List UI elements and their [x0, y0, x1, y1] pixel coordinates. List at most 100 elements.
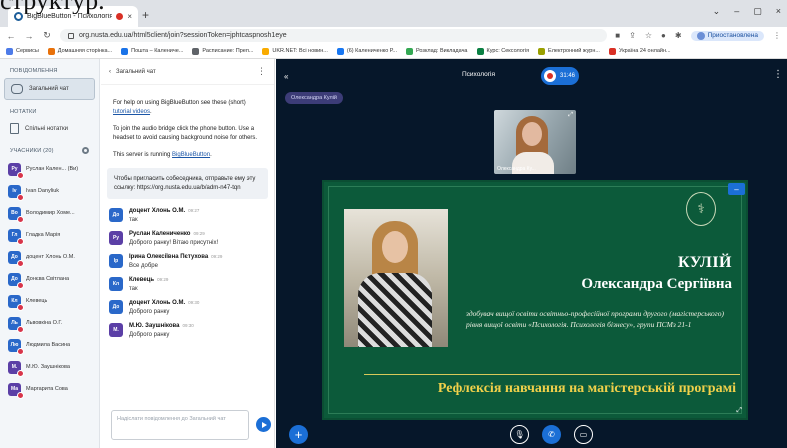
message-time: 09:29: [157, 277, 169, 282]
maximize-window-button[interactable]: ▢: [753, 6, 762, 17]
user-list-item[interactable]: Ру Руслан Кален... (Ви): [0, 158, 99, 180]
profile-label: Приостановлена: [707, 32, 758, 39]
extension-icon[interactable]: ●: [661, 31, 666, 40]
user-list-item[interactable]: До доцент Хлонь О.М.: [0, 246, 99, 268]
user-list-item[interactable]: Гл Гладка Марія: [0, 224, 99, 246]
bookmark-item[interactable]: Курс: Сексологія: [476, 47, 529, 55]
chat-message-input[interactable]: Надіслати повідомлення до Загальний чат: [111, 410, 249, 440]
reload-icon[interactable]: ↻: [42, 30, 52, 41]
profile-button[interactable]: Приостановлена: [690, 30, 764, 41]
bookmark-icon: [336, 47, 344, 55]
tab-title: BigBlueButton - Психологія: [27, 13, 113, 20]
muted-mic-icon: [17, 391, 24, 399]
record-icon: [544, 70, 556, 82]
user-list-item[interactable]: М. М.Ю. Заушнікова: [0, 356, 99, 378]
chat-message: Ір Ірина Олексіївна Пєтухова 09:29 Все добр…: [109, 253, 266, 270]
bookmark-item[interactable]: Домашняя сторінка...: [47, 47, 112, 55]
welcome-message: For help on using BigBlueButton see thes…: [113, 100, 258, 158]
message-time: 09:30: [182, 323, 194, 328]
user-list-item[interactable]: Во Володимир Хоме...: [0, 202, 99, 224]
url-field[interactable]: org.nusta.edu.ua/html5client/join?sessio…: [60, 29, 608, 42]
toggle-userlist-icon[interactable]: «: [284, 72, 288, 81]
talking-indicator[interactable]: Олександра Кулій: [285, 92, 343, 104]
minimize-window-button[interactable]: –: [734, 6, 739, 17]
user-name: Клевець: [26, 298, 48, 304]
message-text: так: [129, 285, 138, 292]
user-list-item[interactable]: Кл Клевець: [0, 290, 99, 312]
muted-mic-icon: [17, 369, 24, 377]
message-avatar: Кл: [109, 277, 123, 291]
user-list-item[interactable]: Iv Ivan Danyliuk: [0, 180, 99, 202]
bigbluebutton-link[interactable]: BigBlueButton: [172, 152, 210, 158]
user-name: доцент Хлонь О.М.: [26, 254, 75, 260]
url-text: org.nusta.edu.ua/html5client/join?sessio…: [79, 32, 287, 39]
forward-arrow-icon[interactable]: →: [24, 31, 34, 41]
muted-mic-icon: [17, 237, 24, 245]
bookmark-item[interactable]: Розклад: Викладача: [406, 47, 468, 55]
minimize-presentation-button[interactable]: –: [728, 183, 745, 195]
chat-options-icon[interactable]: ⋮: [257, 66, 266, 77]
message-time: 09:29: [211, 254, 223, 259]
user-avatar: Кл: [8, 294, 24, 311]
tab-search-icon[interactable]: ⌄: [713, 6, 721, 17]
public-chat-entry[interactable]: Загальний чат: [4, 78, 95, 100]
user-name: Донєва Світлана: [26, 276, 70, 282]
actions-plus-button[interactable]: +: [289, 425, 308, 444]
bookmark-item[interactable]: Сервисы: [6, 47, 39, 55]
recording-button[interactable]: 31:46: [541, 67, 579, 85]
bookmark-icon: [476, 47, 484, 55]
user-list-item[interactable]: Ль Львовкіна О.Г.: [0, 312, 99, 334]
browser-menu-icon[interactable]: ⋮: [773, 31, 781, 40]
message-avatar: Ір: [109, 254, 123, 268]
share-webcam-button[interactable]: ▭: [574, 425, 593, 444]
share-icon[interactable]: ⇪: [629, 31, 636, 40]
notes-document-icon: [10, 123, 19, 134]
close-window-button[interactable]: ×: [776, 6, 781, 17]
presentation-fullscreen-icon[interactable]: ⤢: [736, 407, 742, 415]
user-settings-gear-icon[interactable]: [82, 147, 89, 154]
address-bar-row: ← → ↻ org.nusta.edu.ua/html5client/join?…: [0, 27, 787, 44]
message-author: доцент Хлонь О.М.: [129, 300, 186, 306]
bookmark-item[interactable]: Расписание: Преп...: [192, 47, 253, 55]
send-message-button[interactable]: [256, 417, 271, 432]
camera-icon: ▭: [579, 430, 588, 439]
muted-mic-icon: [17, 281, 24, 289]
tutorial-videos-link[interactable]: tutorial videos: [113, 109, 150, 115]
camera-permission-icon[interactable]: ■: [615, 31, 620, 40]
user-list-item[interactable]: Лю Людмила Васина: [0, 334, 99, 356]
user-name: Руслан Кален... (Ви): [26, 166, 79, 172]
invite-message: Чтобы пригласить собеседника, отправьте …: [107, 168, 268, 199]
user-list-panel: ПОВІДОМЛЕННЯ Загальний чат НОТАТКИ Спіль…: [0, 59, 100, 448]
bookmark-item[interactable]: Пошта – Калениче...: [121, 47, 183, 55]
bookmark-item[interactable]: UKR.NET: Всі новин...: [262, 47, 328, 55]
bookmark-item[interactable]: (6) Калениченко Р...: [336, 47, 397, 55]
chat-message-list: До доцент Хлонь О.М. 09:27 так Ру Руслан Кале…: [101, 207, 274, 339]
leave-audio-button[interactable]: ✆: [542, 425, 561, 444]
toolbar-right: ■ ⇪ ☆ ● ✱ Приостановлена ⋮: [615, 30, 781, 41]
webcam-video[interactable]: Олександра Ку... ⤢: [494, 110, 576, 174]
back-arrow-icon[interactable]: ←: [6, 31, 16, 41]
shared-notes-entry[interactable]: Спільні нотатки: [0, 119, 99, 138]
message-text: Доброго ранку: [129, 331, 170, 338]
star-icon[interactable]: ☆: [645, 31, 652, 40]
webcam-fullscreen-icon[interactable]: ⤢: [568, 112, 573, 119]
puzzle-icon[interactable]: ✱: [675, 31, 682, 40]
user-list-item[interactable]: Ма Маргарита Сова: [0, 378, 99, 400]
mute-microphone-button[interactable]: 🎙︎: [510, 425, 529, 444]
user-avatar: Ру: [8, 162, 24, 179]
user-avatar: До: [8, 272, 24, 289]
options-menu-icon[interactable]: ⋮: [773, 69, 783, 80]
muted-mic-icon: [17, 193, 24, 201]
close-chat-chevron-icon[interactable]: ‹: [109, 69, 111, 75]
bookmark-item[interactable]: Україна 24 онлайн...: [608, 47, 671, 55]
bookmark-item[interactable]: Електронний журн...: [538, 47, 600, 55]
chat-bubble-icon: [11, 84, 23, 94]
slide-surname: КУЛІЙ: [677, 254, 732, 271]
message-text: Доброго ранку: [129, 308, 170, 315]
presentation-area: « Психологія 31:46 ⋮ Олександра Кулій Ол…: [276, 59, 787, 448]
message-text: так: [129, 216, 138, 223]
users-count-label: УЧАСНИКИ (20): [10, 147, 54, 154]
university-emblem-icon: ⚕: [686, 192, 716, 226]
message-time: 09:29: [193, 231, 205, 236]
user-list-item[interactable]: До Донєва Світлана: [0, 268, 99, 290]
